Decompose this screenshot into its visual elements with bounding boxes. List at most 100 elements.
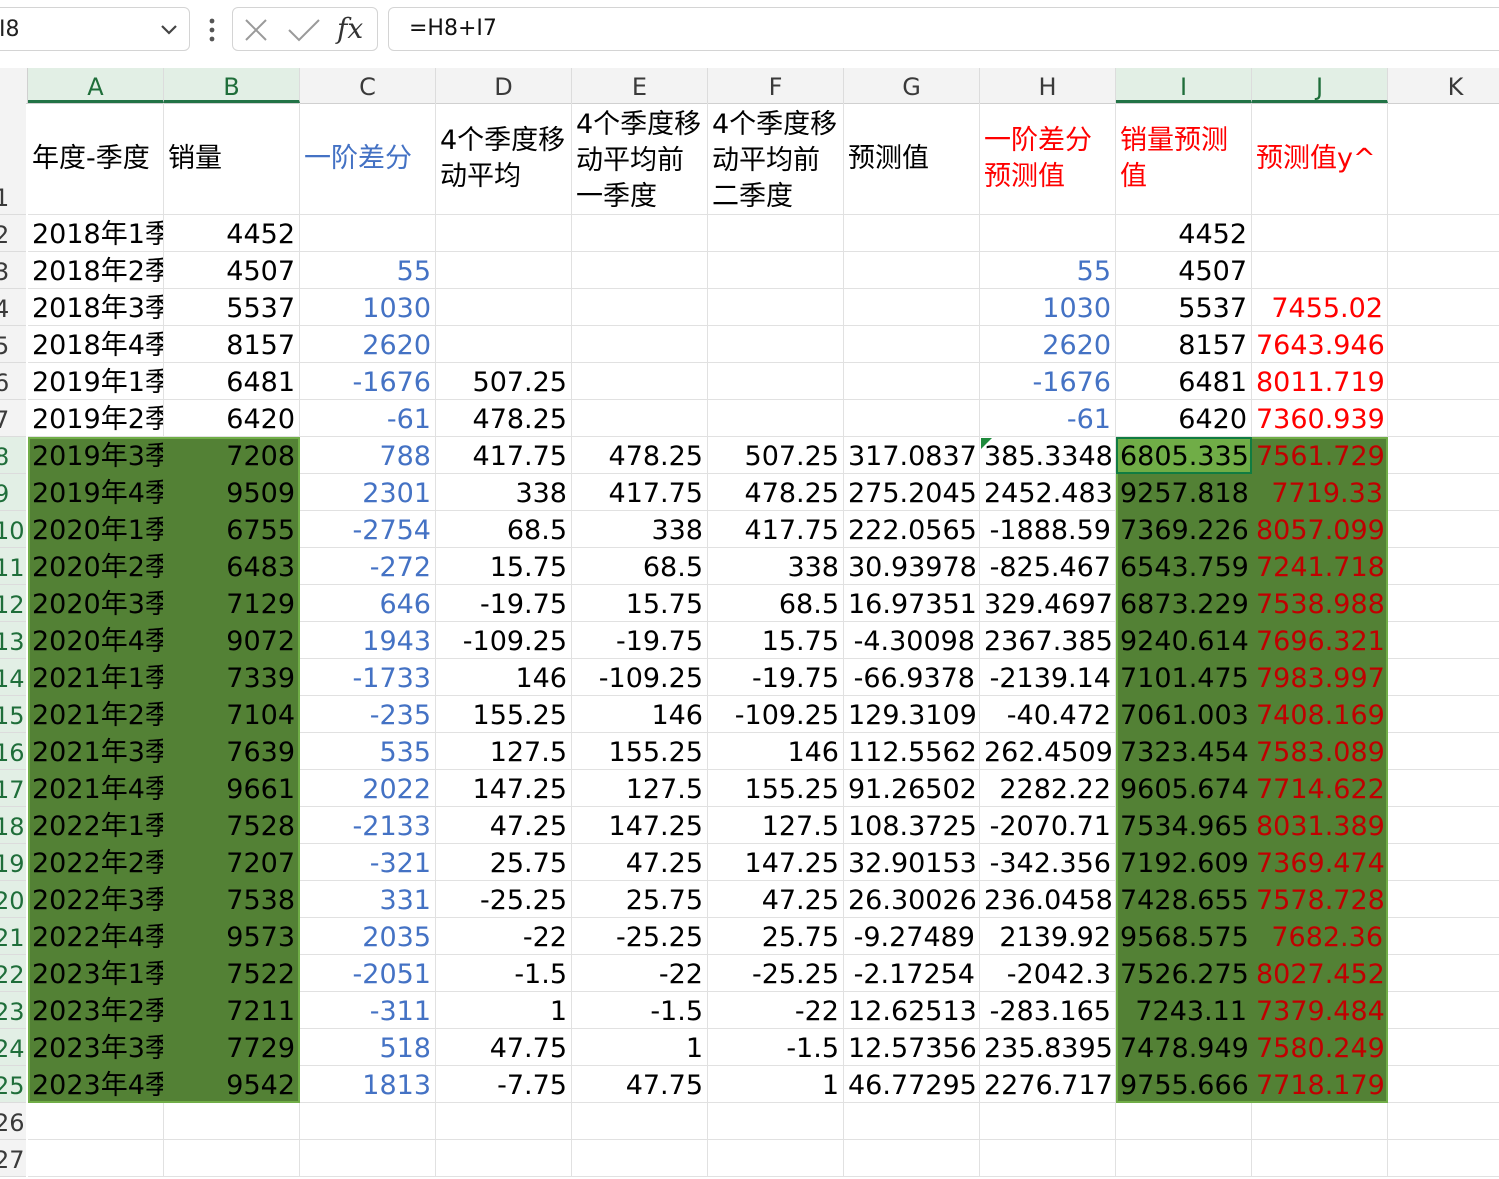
row-header-4[interactable]: 4 (0, 289, 26, 326)
cell-i3[interactable]: 4507 (1116, 252, 1252, 289)
cell-h7[interactable]: -61 (980, 400, 1116, 437)
cell-f24[interactable]: -1.5 (708, 1029, 844, 1066)
cell-c22[interactable]: -2051 (300, 955, 436, 992)
cell-b21[interactable]: 9573 (164, 918, 300, 955)
cell-k22[interactable] (1388, 955, 1499, 992)
cell-f10[interactable]: 417.75 (708, 511, 844, 548)
cell-f7[interactable] (708, 400, 844, 437)
cell-e11[interactable]: 68.5 (572, 548, 708, 585)
cell-i23[interactable]: 7243.11 (1116, 992, 1252, 1029)
row-header-5[interactable]: 5 (0, 326, 26, 363)
row-header-25[interactable]: 25 (0, 1066, 26, 1103)
cell-j21[interactable]: 7682.36 (1252, 918, 1388, 955)
cell-e14[interactable]: -109.25 (572, 659, 708, 696)
cell-g3[interactable] (844, 252, 980, 289)
cell-a11[interactable]: 2020年2季 (28, 548, 164, 585)
cell-f22[interactable]: -25.25 (708, 955, 844, 992)
cell-a2[interactable]: 2018年1季 (28, 215, 164, 252)
cell-d12[interactable]: -19.75 (436, 585, 572, 622)
row-header-27[interactable]: 27 (0, 1140, 26, 1177)
cell-a26[interactable] (28, 1103, 164, 1140)
cell-d8[interactable]: 417.75 (436, 437, 572, 474)
cell-b8[interactable]: 7208 (164, 437, 300, 474)
column-header-e[interactable]: E (572, 68, 708, 103)
cell-b18[interactable]: 7528 (164, 807, 300, 844)
cell-i19[interactable]: 7192.609 (1116, 844, 1252, 881)
cell-e13[interactable]: -19.75 (572, 622, 708, 659)
cell-j5[interactable]: 7643.946 (1252, 326, 1388, 363)
cell-g13[interactable]: -4.30098 (844, 622, 980, 659)
cell-a13[interactable]: 2020年4季 (28, 622, 164, 659)
cell-h24[interactable]: 235.8395 (980, 1029, 1116, 1066)
cell-i14[interactable]: 7101.475 (1116, 659, 1252, 696)
cell-e15[interactable]: 146 (572, 696, 708, 733)
cell-c20[interactable]: 331 (300, 881, 436, 918)
cell-d6[interactable]: 507.25 (436, 363, 572, 400)
row-header-3[interactable]: 3 (0, 252, 26, 289)
cell-a15[interactable]: 2021年2季 (28, 696, 164, 733)
cell-c5[interactable]: 2620 (300, 326, 436, 363)
cell-f8[interactable]: 507.25 (708, 437, 844, 474)
cell-g1[interactable]: 预测值 (844, 103, 980, 215)
cell-a14[interactable]: 2021年1季 (28, 659, 164, 696)
cell-b16[interactable]: 7639 (164, 733, 300, 770)
cell-j15[interactable]: 7408.169 (1252, 696, 1388, 733)
cell-g23[interactable]: 12.62513 (844, 992, 980, 1029)
cell-i11[interactable]: 6543.759 (1116, 548, 1252, 585)
cell-f23[interactable]: -22 (708, 992, 844, 1029)
cell-g14[interactable]: -66.9378 (844, 659, 980, 696)
cell-h21[interactable]: 2139.92 (980, 918, 1116, 955)
cell-g16[interactable]: 112.5562 (844, 733, 980, 770)
cell-e8[interactable]: 478.25 (572, 437, 708, 474)
select-all-corner[interactable] (0, 68, 28, 103)
chevron-down-icon[interactable] (159, 19, 179, 39)
row-header-9[interactable]: 9 (0, 474, 26, 511)
cell-k25[interactable] (1388, 1066, 1499, 1103)
cell-e4[interactable] (572, 289, 708, 326)
cell-a4[interactable]: 2018年3季 (28, 289, 164, 326)
cell-h14[interactable]: -2139.14 (980, 659, 1116, 696)
cell-k27[interactable] (1388, 1140, 1499, 1177)
cell-i20[interactable]: 7428.655 (1116, 881, 1252, 918)
cell-c9[interactable]: 2301 (300, 474, 436, 511)
cell-c21[interactable]: 2035 (300, 918, 436, 955)
cell-i25[interactable]: 9755.666 (1116, 1066, 1252, 1103)
cell-d11[interactable]: 15.75 (436, 548, 572, 585)
cell-f5[interactable] (708, 326, 844, 363)
cell-d24[interactable]: 47.75 (436, 1029, 572, 1066)
cell-i21[interactable]: 9568.575 (1116, 918, 1252, 955)
cell-b4[interactable]: 5537 (164, 289, 300, 326)
cell-e2[interactable] (572, 215, 708, 252)
cell-d18[interactable]: 47.25 (436, 807, 572, 844)
cell-a7[interactable]: 2019年2季 (28, 400, 164, 437)
column-header-g[interactable]: G (844, 68, 980, 103)
cell-g27[interactable] (844, 1140, 980, 1177)
row-header-7[interactable]: 7 (0, 400, 26, 437)
cell-f9[interactable]: 478.25 (708, 474, 844, 511)
row-header-22[interactable]: 22 (0, 955, 26, 992)
cell-c17[interactable]: 2022 (300, 770, 436, 807)
cell-c2[interactable] (300, 215, 436, 252)
cell-d14[interactable]: 146 (436, 659, 572, 696)
row-header-26[interactable]: 26 (0, 1103, 26, 1140)
cell-a6[interactable]: 2019年1季 (28, 363, 164, 400)
cell-a3[interactable]: 2018年2季 (28, 252, 164, 289)
cell-d20[interactable]: -25.25 (436, 881, 572, 918)
cell-g10[interactable]: 222.0565 (844, 511, 980, 548)
cell-f2[interactable] (708, 215, 844, 252)
cell-i18[interactable]: 7534.965 (1116, 807, 1252, 844)
cell-h15[interactable]: -40.472 (980, 696, 1116, 733)
cell-h10[interactable]: -1888.59 (980, 511, 1116, 548)
cell-j18[interactable]: 8031.389 (1252, 807, 1388, 844)
cell-j1[interactable]: 预测值y^ (1252, 103, 1388, 215)
cell-j25[interactable]: 7718.179 (1252, 1066, 1388, 1103)
cell-d17[interactable]: 147.25 (436, 770, 572, 807)
cell-j2[interactable] (1252, 215, 1388, 252)
cell-k1[interactable] (1388, 103, 1499, 215)
cell-b13[interactable]: 9072 (164, 622, 300, 659)
cell-a21[interactable]: 2022年4季 (28, 918, 164, 955)
cell-b1[interactable]: 销量 (164, 103, 300, 215)
cell-g6[interactable] (844, 363, 980, 400)
column-header-f[interactable]: F (708, 68, 844, 103)
error-indicator-icon[interactable] (981, 438, 992, 449)
